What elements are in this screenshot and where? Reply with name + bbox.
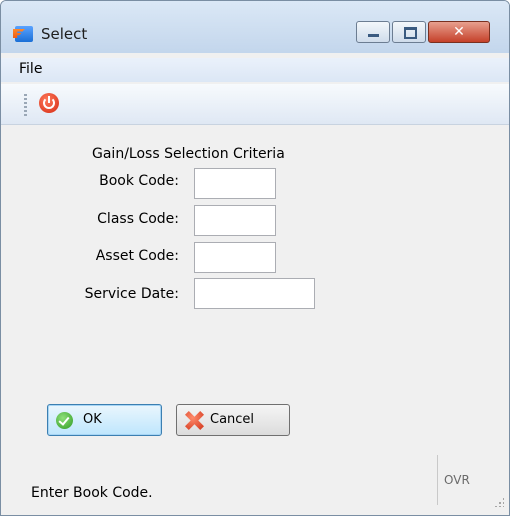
service-date-label: Service Date: (84, 286, 179, 302)
criteria-title: Gain/Loss Selection Criteria (92, 146, 285, 162)
menu-file[interactable]: File (19, 61, 42, 77)
status-bar: Enter Book Code. OVR (1, 449, 509, 515)
cancel-x-icon (185, 411, 204, 430)
cancel-button-label: Cancel (210, 412, 255, 427)
select-dialog: Select ✕ File Gain/Loss Selection Criter… (0, 0, 510, 516)
book-code-label: Book Code: (99, 173, 179, 189)
class-code-label: Class Code: (97, 211, 179, 227)
resize-grip-icon[interactable] (494, 497, 504, 507)
close-icon: ✕ (453, 24, 465, 40)
book-code-field[interactable] (194, 168, 276, 199)
cancel-button[interactable]: Cancel (176, 404, 290, 436)
class-code-field[interactable] (194, 205, 276, 236)
window-title: Select (41, 25, 88, 43)
menu-bar: File (1, 58, 509, 82)
close-button[interactable]: ✕ (428, 21, 490, 43)
asset-code-label: Asset Code: (95, 248, 179, 264)
service-date-field[interactable] (194, 278, 315, 309)
overwrite-mode-indicator: OVR (444, 473, 470, 487)
toolbar-grip[interactable] (24, 94, 27, 116)
status-divider (437, 455, 438, 505)
power-icon[interactable] (39, 93, 59, 113)
ok-button[interactable]: OK (47, 404, 162, 436)
toolbar (1, 84, 509, 125)
minimize-button[interactable] (356, 21, 390, 43)
app-logo-icon (15, 26, 33, 42)
title-bar[interactable]: Select ✕ (1, 1, 509, 53)
status-message: Enter Book Code. (31, 485, 153, 501)
asset-code-field[interactable] (194, 242, 276, 273)
ok-button-label: OK (83, 412, 102, 427)
check-icon (56, 412, 73, 429)
maximize-button[interactable] (392, 21, 426, 43)
